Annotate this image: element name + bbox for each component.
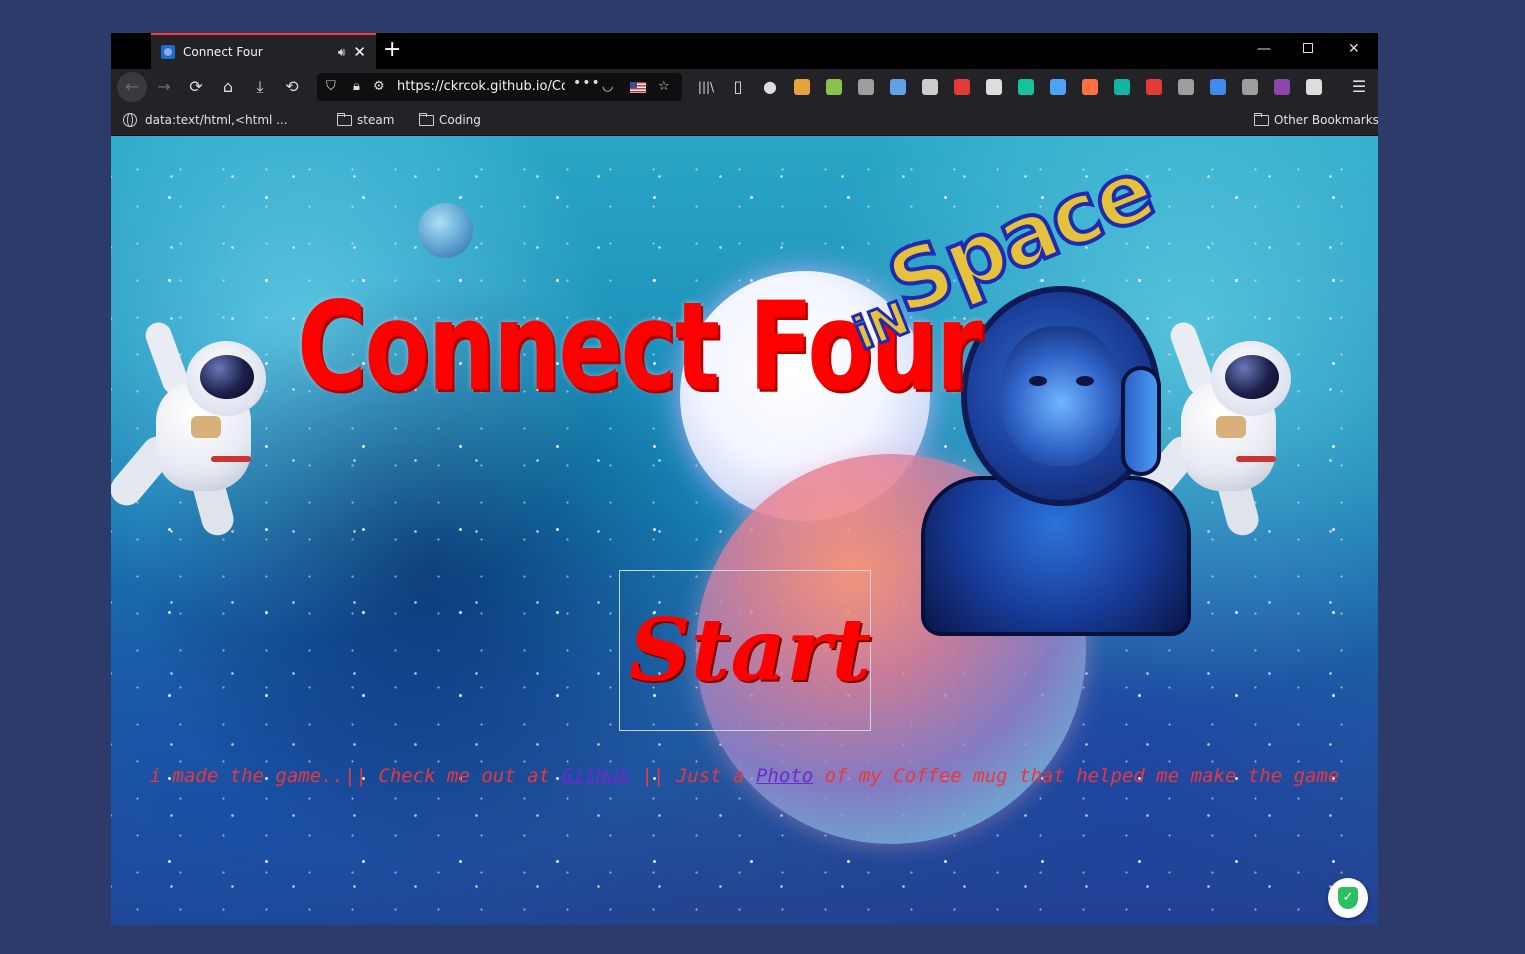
reload-button[interactable]: ⟳ <box>185 76 207 98</box>
extension-ring-icon[interactable] <box>1242 79 1258 95</box>
page-content: Connect Four iN Space Start i made the g… <box>111 136 1378 925</box>
bookmark-data-url[interactable]: data:text/html,<html ... <box>123 113 288 127</box>
maximize-button[interactable] <box>1303 41 1313 57</box>
minimize-button[interactable]: — <box>1257 41 1271 57</box>
bookmark-star-icon[interactable]: ☆ <box>658 78 670 96</box>
photo-link[interactable]: Photo <box>756 765 813 787</box>
pocket-icon[interactable]: ◡ <box>602 78 613 96</box>
maximize-icon <box>1303 43 1313 53</box>
bookmark-label: Coding <box>439 113 481 127</box>
shield-icon[interactable]: ⛉ <box>326 78 336 96</box>
extension-piano-icon[interactable] <box>986 79 1002 95</box>
library-button[interactable]: |||\ <box>695 76 717 98</box>
security-shield-badge[interactable]: ✓ <box>1328 878 1368 918</box>
footer-text-part1: i made the game..|| Check me out at <box>149 765 562 787</box>
other-bookmarks[interactable]: Other Bookmarks <box>1254 112 1378 127</box>
forward-button[interactable]: → <box>153 76 175 98</box>
folder-icon <box>1254 112 1269 126</box>
account-button[interactable]: ● <box>759 76 781 98</box>
us-flag-icon[interactable] <box>630 82 646 93</box>
speaker-icon[interactable]: 🔊︎ <box>338 45 346 60</box>
extension-grid-icon[interactable] <box>1274 79 1290 95</box>
extension-grammarly-icon[interactable] <box>1018 79 1034 95</box>
extension-camera-icon[interactable] <box>890 79 906 95</box>
astronaut-left-image <box>111 318 286 541</box>
lock-icon[interactable]: 🔒︎ <box>353 78 360 96</box>
new-tab-button[interactable]: + <box>383 38 401 62</box>
close-window-button[interactable]: ✕ <box>1348 41 1360 57</box>
permissions-icon[interactable]: ⚙ <box>373 78 385 96</box>
bookmarks-bar: data:text/html,<html ... steam Coding Ot… <box>111 105 1378 136</box>
check-shield-icon: ✓ <box>1338 887 1358 909</box>
folder-icon <box>419 112 434 126</box>
extension-megaphone-icon[interactable] <box>1082 79 1098 95</box>
bookmark-label: steam <box>357 113 395 127</box>
extension-a-icon[interactable] <box>1114 79 1130 95</box>
download-button[interactable]: ⤓ <box>249 76 271 98</box>
extension-pen-icon[interactable] <box>1146 79 1162 95</box>
extension-gray-circle-icon[interactable] <box>1178 79 1194 95</box>
bookmark-label: data:text/html,<html ... <box>145 113 288 127</box>
extension-owl-icon[interactable] <box>794 79 810 95</box>
thumbs-up-icon <box>1121 366 1161 476</box>
extension-cloud-icon[interactable] <box>1050 79 1066 95</box>
home-button[interactable]: ⌂ <box>217 76 239 98</box>
footer-text-part3: of my Coffee mug that helped me make the… <box>813 765 1340 787</box>
tab-title: Connect Four <box>183 45 263 59</box>
folder-icon <box>337 112 352 126</box>
tab-connect-four[interactable]: Connect Four 🔊︎ ✕ <box>151 33 376 69</box>
extension-tool-icon[interactable] <box>922 79 938 95</box>
tab-close-icon[interactable]: ✕ <box>353 43 366 61</box>
start-button[interactable]: Start <box>620 571 872 730</box>
bookmark-folder-coding[interactable]: Coding <box>419 112 481 127</box>
tab-strip: Connect Four 🔊︎ ✕ + — ✕ <box>111 33 1378 69</box>
extension-translate-icon[interactable] <box>858 79 874 95</box>
back-button[interactable]: ← <box>121 76 143 98</box>
nav-toolbar: ← → ⟳ ⌂ ⤓ ⟲ ⛉ 🔒︎ ⚙ https://ckrcok.github… <box>111 69 1378 105</box>
github-link[interactable]: GitHub <box>561 765 630 787</box>
extension-tomato-icon[interactable] <box>954 79 970 95</box>
extension-chat-icon[interactable] <box>826 79 842 95</box>
menu-button[interactable]: ☰ <box>1348 76 1370 98</box>
extension-iq-icon[interactable] <box>1210 79 1226 95</box>
url-bar[interactable]: ⛉ 🔒︎ ⚙ https://ckrcok.github.io/Connect-… <box>317 73 682 101</box>
small-planet-image <box>418 203 473 258</box>
history-button[interactable]: ⟲ <box>281 76 303 98</box>
browser-window: Connect Four 🔊︎ ✕ + — ✕ ← → ⟳ ⌂ ⤓ ⟲ ⛉ 🔒︎… <box>111 33 1378 925</box>
start-button-frame: Start <box>619 570 871 731</box>
url-text[interactable]: https://ckrcok.github.io/Connect-Four <box>397 79 565 94</box>
favicon-icon <box>161 45 175 59</box>
page-actions-menu[interactable]: ••• <box>573 75 601 91</box>
extension-react-icon[interactable] <box>1306 79 1322 95</box>
footer-credits: i made the game..|| Check me out at GitH… <box>131 762 1358 791</box>
footer-text-part2: || Just a <box>630 765 756 787</box>
bookmark-folder-steam[interactable]: steam <box>337 112 395 127</box>
bookmark-label: Other Bookmarks <box>1274 113 1378 127</box>
sidebar-button[interactable]: ▯ <box>727 76 749 98</box>
globe-icon <box>123 113 137 127</box>
